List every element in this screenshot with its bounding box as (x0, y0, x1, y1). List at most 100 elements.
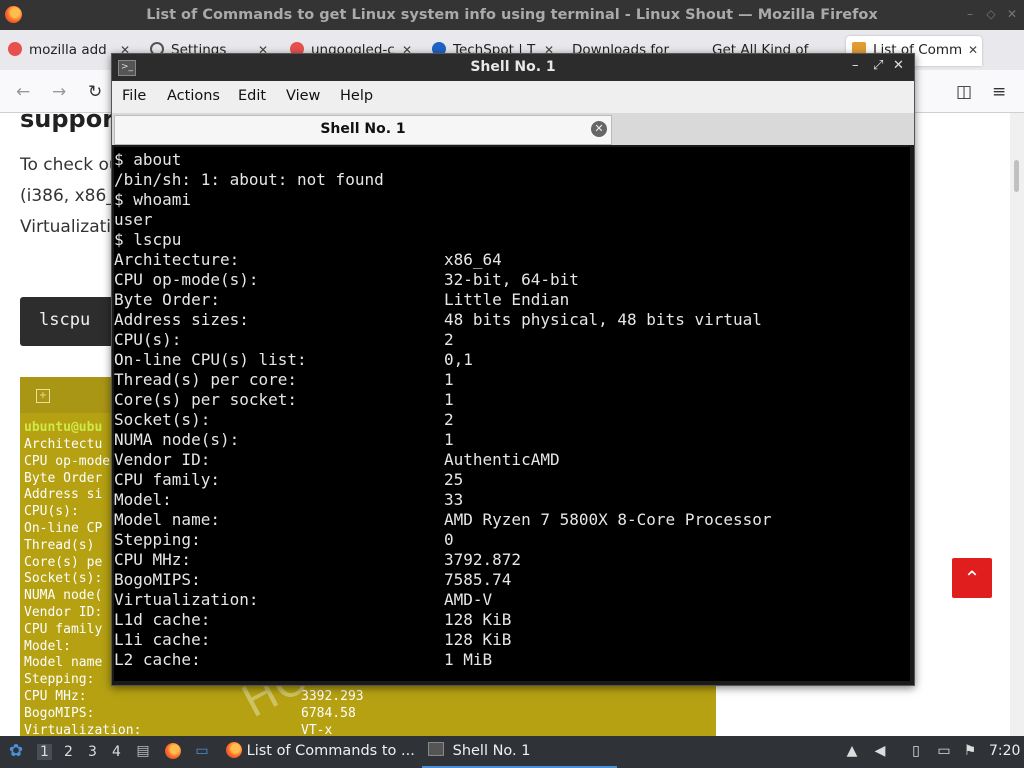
image-row-label: Byte Order (24, 470, 103, 486)
terminal-line: CPU(s): (114, 330, 182, 349)
workspace-4[interactable]: 4 (112, 744, 121, 760)
image-row-label: CPU op-mode (24, 453, 111, 469)
terminal-line: BogoMIPS: (114, 570, 201, 589)
terminal-tab[interactable]: Shell No. 1 ✕ (114, 115, 612, 145)
workspace-1[interactable]: 1 (37, 744, 52, 760)
terminal-line: L1i cache: (114, 630, 211, 649)
terminal-line: Core(s) per socket: (114, 390, 298, 409)
terminal-output[interactable]: $ about/bin/sh: 1: about: not found $ who… (114, 147, 910, 681)
image-row-label: Core(s) pe (24, 554, 103, 570)
volume-icon[interactable]: ◀ (872, 743, 888, 759)
terminal-line-value: 1 (444, 430, 454, 449)
network-icon[interactable]: ▭ (936, 743, 952, 759)
scroll-to-top-button[interactable]: ⌃ (952, 558, 992, 598)
scrollbar-thumb[interactable] (1014, 160, 1019, 192)
pocket-icon (8, 42, 22, 56)
image-row-label: On-line CP (24, 521, 103, 536)
terminal-line: Socket(s): (114, 410, 211, 429)
pocket-save-icon[interactable]: ◫ (956, 82, 972, 102)
image-row-label: CPU MHz: (24, 689, 87, 704)
maximize-icon[interactable]: ⤢ (873, 58, 883, 73)
menu-help[interactable]: Help (340, 88, 373, 104)
terminal-line-value: 2 (444, 410, 454, 429)
firefox-icon (226, 742, 242, 758)
image-row-label: Architectu (24, 437, 103, 452)
minimize-icon[interactable]: – (852, 58, 859, 73)
terminal-line-value: x86_64 (444, 250, 502, 269)
terminal-tab-label: Shell No. 1 (320, 121, 406, 137)
terminal-line: Address sizes: (114, 310, 249, 329)
terminal-line-value: 1 (444, 370, 454, 389)
terminal-line-value: 128 KiB (444, 630, 512, 649)
terminal-line-value: 3792.872 (444, 550, 522, 569)
back-icon[interactable]: ← (16, 82, 30, 102)
menu-edit[interactable]: Edit (238, 88, 266, 104)
terminal-line-value: AuthenticAMD (444, 450, 560, 469)
close-icon[interactable]: ✕ (893, 58, 904, 73)
terminal-line: NUMA node(s): (114, 430, 240, 449)
image-row-label: Stepping: (24, 672, 95, 688)
terminal-line-value: 0,1 (444, 350, 473, 369)
terminal-line-value: 32-bit, 64-bit (444, 270, 579, 289)
terminal-launcher-icon[interactable]: ▭ (194, 743, 210, 759)
page-text-line: To check ou (20, 155, 120, 175)
terminal-line: $ whoami (114, 190, 192, 209)
terminal-line: Architecture: (114, 250, 240, 269)
terminal-line: $ lscpu (114, 230, 182, 249)
terminal-line-value: 1 (444, 390, 454, 409)
task-label: Shell No. 1 (452, 743, 531, 759)
image-row-label: Address si (24, 487, 103, 503)
workspace-3[interactable]: 3 (88, 744, 97, 760)
close-icon[interactable]: ✕ (968, 36, 978, 64)
image-row-value: 6784.58 (301, 705, 356, 721)
menu-view[interactable]: View (286, 88, 320, 104)
page-scrollbar[interactable] (1010, 113, 1024, 736)
browser-titlebar: List of Commands to get Linux system inf… (0, 0, 1024, 30)
image-row-value: VT-x (301, 722, 333, 736)
terminal-line-value: 2 (444, 330, 454, 349)
app-menu-icon[interactable]: ✿ (8, 743, 24, 760)
close-icon[interactable]: ✕ (1005, 7, 1019, 21)
task-terminal[interactable]: Shell No. 1 (422, 736, 617, 768)
maximize-icon[interactable]: ◇ (984, 7, 998, 21)
image-row-label: NUMA node( (24, 588, 103, 604)
tab-label: mozilla add (29, 42, 107, 58)
notification-icon[interactable]: ⚑ (962, 743, 978, 759)
menu-actions[interactable]: Actions (167, 88, 220, 104)
updates-icon[interactable]: ▲ (844, 743, 860, 759)
terminal-window: >_ Shell No. 1 – ⤢ ✕ File Actions Edit V… (111, 53, 915, 686)
file-manager-icon[interactable]: ▤ (135, 743, 151, 759)
terminal-line-value: 48 bits physical, 48 bits virtual (444, 310, 762, 329)
terminal-line-value: AMD Ryzen 7 5800X 8-Core Processor (444, 510, 772, 529)
reload-icon[interactable]: ↻ (88, 82, 102, 102)
image-row-label: Model name (24, 655, 103, 671)
firefox-launcher-icon[interactable] (165, 743, 181, 759)
clipboard-icon[interactable]: ▯ (908, 743, 924, 759)
image-row-label: Virtualization: (24, 722, 142, 736)
terminal-line: user (114, 210, 153, 229)
terminal-line: CPU family: (114, 470, 220, 489)
terminal-line: Virtualization: (114, 590, 259, 609)
task-firefox[interactable]: List of Commands to ... (226, 736, 420, 766)
terminal-line: On-line CPU(s) list: (114, 350, 307, 369)
clock: 7:20 (989, 743, 1021, 759)
image-row-label: Model: (24, 638, 71, 654)
terminal-line: L2 cache: (114, 650, 201, 669)
minimize-icon[interactable]: – (963, 7, 977, 21)
page-text-line: Virtualizati (20, 217, 112, 237)
terminal-line: Stepping: (114, 530, 201, 549)
forward-icon[interactable]: → (52, 82, 66, 102)
page-text-line: (i386, x86_ (20, 186, 115, 206)
workspace-2[interactable]: 2 (64, 744, 73, 760)
taskbar: ✿ 1 2 3 4 ▤ ▭ List of Commands to ... Sh… (0, 736, 1024, 768)
close-tab-icon[interactable]: ✕ (591, 121, 607, 137)
menu-icon[interactable]: ≡ (992, 82, 1006, 102)
terminal-line: /bin/sh: 1: about: not found (114, 170, 384, 189)
image-row-label: CPU family (24, 621, 103, 637)
new-tab-icon: + (36, 389, 50, 403)
terminal-line: Byte Order: (114, 290, 220, 309)
code-command: lscpu (39, 310, 91, 330)
image-row-label: Vendor ID: (24, 605, 103, 620)
terminal-line-value: AMD-V (444, 590, 493, 609)
menu-file[interactable]: File (122, 88, 146, 104)
